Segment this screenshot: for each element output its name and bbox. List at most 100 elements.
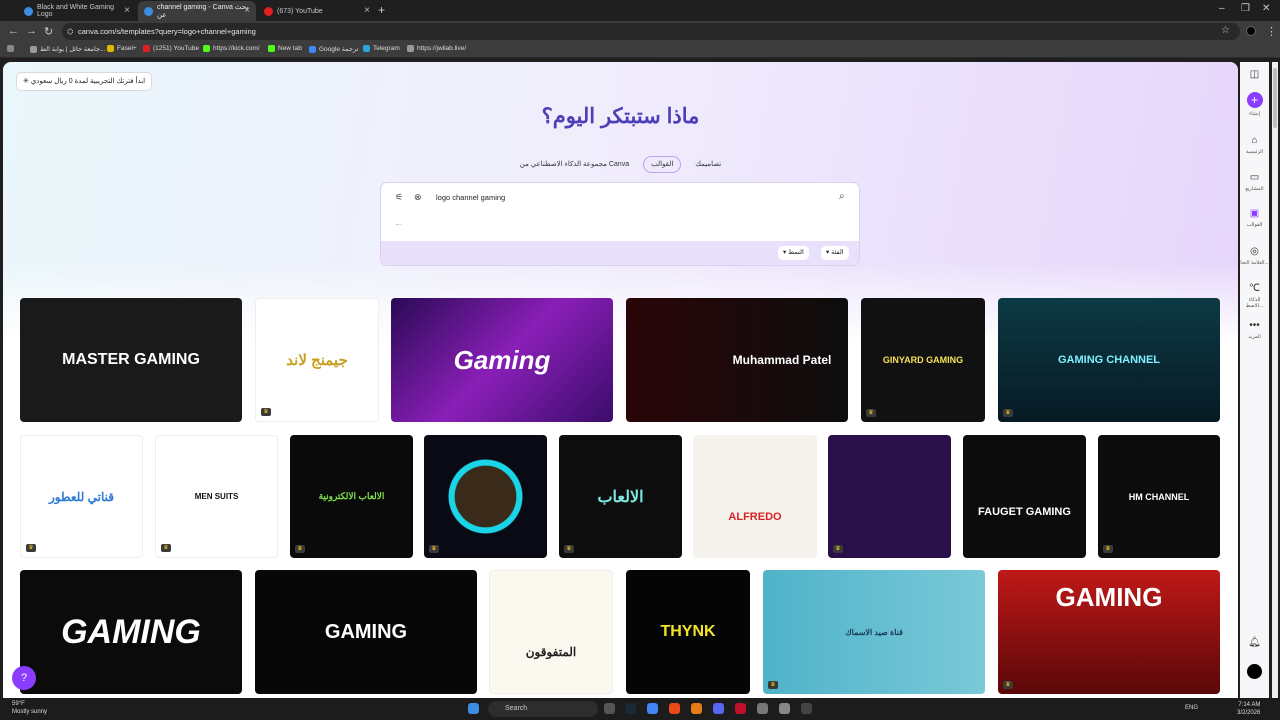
search-input[interactable]: logo channel gaming (436, 193, 505, 202)
template-card[interactable]: ♛ (828, 435, 951, 558)
back-icon[interactable]: ← (8, 25, 19, 37)
template-card[interactable]: GAMING CHANNEL ♛ (998, 298, 1220, 422)
chrome-icon[interactable] (647, 703, 658, 714)
template-card[interactable]: Muhammad Patel (626, 298, 848, 422)
bookmark-item[interactable]: Fasel+ (107, 45, 137, 52)
taskbar: 59°F Mostly sunny Search ENG 7:14 AM 3/2/2… (0, 698, 1280, 720)
app-icon[interactable] (691, 703, 702, 714)
bookmark-item[interactable]: Google ترجمة (309, 45, 358, 53)
search-icon[interactable]: ⌕ (839, 191, 845, 202)
sidebar-item-home[interactable]: ⌂ الرئيسية (1240, 135, 1269, 155)
template-card[interactable]: ALFREDO (693, 435, 817, 558)
app-icon[interactable] (669, 703, 680, 714)
filter-sliders-icon[interactable]: ⚟ (395, 192, 403, 203)
template-card[interactable]: HM CHANNEL ♛ (1098, 435, 1220, 558)
template-card[interactable]: الالعاب ♛ (559, 435, 682, 558)
filter-category[interactable]: ▾ الفئة (821, 246, 849, 260)
app-icon[interactable] (801, 703, 812, 714)
notifications-icon[interactable]: 🔔︎ (1240, 637, 1269, 651)
site-info-icon[interactable]: ⛭ (67, 23, 73, 40)
tab-gaming-logo[interactable]: Black and White Gaming Logo × (18, 1, 136, 21)
bookmark-item[interactable]: جامعة حائل | بوابة الط... (30, 45, 105, 53)
template-card[interactable]: Gaming (391, 298, 613, 422)
help-button[interactable]: ? (12, 666, 36, 690)
filter-style[interactable]: ▾ النمط (778, 246, 809, 260)
adobe-icon[interactable] (735, 703, 746, 714)
bookmark-item[interactable]: (1251) YouTube (143, 45, 199, 52)
pro-crown-icon: ♛ (1003, 681, 1013, 689)
forward-icon[interactable]: → (26, 25, 37, 37)
clock[interactable]: 7:14 AM 3/2/2026 (1237, 701, 1260, 717)
tab-youtube[interactable]: (673) YouTube × (258, 1, 376, 21)
pro-crown-icon: ♛ (26, 544, 36, 552)
close-icon[interactable]: × (244, 5, 250, 16)
template-card[interactable]: ♛ (424, 435, 547, 558)
sidebar-item-brand[interactable]: ◎ العلامة التجا... (1240, 246, 1269, 266)
taskbar-search[interactable]: Search (488, 701, 598, 717)
menu-icon[interactable]: ⋮ (1266, 25, 1277, 38)
template-card[interactable]: FAUGET GAMING (963, 435, 1086, 558)
brand-icon: ◎ (1250, 246, 1259, 257)
template-card[interactable]: الالعاب الالكترونية ♛ (290, 435, 413, 558)
tab-ai-suite[interactable]: مجموعة الذكاء الاصطناعي من Canva (512, 156, 637, 173)
close-icon[interactable]: × (364, 5, 370, 16)
discord-icon[interactable] (713, 703, 724, 714)
template-card[interactable]: MASTER GAMING (20, 298, 242, 422)
sidebar-item-create[interactable]: + إنشاء (1240, 92, 1269, 117)
tab-your-designs[interactable]: تصاميمك (687, 156, 729, 173)
pro-crown-icon: ♛ (429, 545, 439, 553)
template-card[interactable]: GINYARD GAMING ♛ (861, 298, 985, 422)
template-card[interactable]: GAMING (255, 570, 477, 694)
scroll-thumb[interactable] (1273, 68, 1277, 128)
steam-icon[interactable] (625, 703, 636, 714)
app-icon[interactable] (757, 703, 768, 714)
profile-avatar[interactable] (1246, 26, 1256, 36)
template-card[interactable]: قناتي للعطور ♛ (20, 435, 143, 558)
bookmark-item[interactable]: https://kick.com/ (203, 45, 260, 52)
tab-templates[interactable]: القوالب (643, 156, 682, 173)
template-card[interactable]: THYNK (626, 570, 750, 694)
sidebar-item-projects[interactable]: ▭ المشاريع (1240, 172, 1269, 192)
template-card[interactable]: MEN SUITS ♛ (155, 435, 278, 558)
scrollbar[interactable] (1272, 62, 1278, 698)
bookmark-item[interactable]: New tab (268, 45, 302, 52)
task-view-icon[interactable] (604, 703, 615, 714)
bookmarks-bar: جامعة حائل | بوابة الط... Fasel+ (1251) … (0, 42, 1280, 58)
bookmark-item[interactable]: Telegram (363, 45, 400, 52)
back-arrow-icon[interactable]: ← (394, 218, 403, 228)
template-card[interactable]: المتفوقون (489, 570, 613, 694)
maximize-icon[interactable]: ❐ (1241, 3, 1250, 14)
pro-crown-icon: ♛ (1103, 545, 1113, 553)
bookmark-star-icon[interactable]: ☆ (1221, 25, 1230, 36)
panel-toggle-icon[interactable]: ◫ (1240, 69, 1269, 83)
bookmark-item[interactable]: https://jwilab.live/ (407, 45, 466, 52)
reload-icon[interactable]: ↻ (44, 25, 53, 38)
template-card[interactable]: GAMING ♛ (998, 570, 1220, 694)
mode-tabs: مجموعة الذكاء الاصطناعي من Canva القوالب… (3, 156, 1238, 173)
trial-banner[interactable]: ✳ ابدأ فترتك التجريبية لمدة 0 ريال سعودي (16, 72, 153, 91)
clear-search-icon[interactable]: ⊗ (414, 192, 422, 203)
close-icon[interactable]: × (124, 5, 130, 16)
window-close-icon[interactable]: ✕ (1262, 3, 1270, 14)
user-avatar[interactable] (1240, 664, 1269, 679)
address-bar[interactable]: ⛭ canva.com/s/templates?query=logo+channe… (62, 23, 1240, 40)
sidebar-item-ai[interactable]: ℃ الذكاء الاصط... (1240, 283, 1269, 309)
apps-icon[interactable] (7, 45, 17, 52)
sidebar-item-more[interactable]: ••• المزيد (1240, 320, 1269, 340)
search-filters: ▾ الفئة ▾ النمط (381, 241, 859, 265)
tab-canva-search[interactable]: channel gaming - Canva بحث عن × (138, 1, 256, 21)
template-card[interactable]: جيمنج لاند ♛ (255, 298, 379, 422)
canva-page: ✳ ابدأ فترتك التجريبية لمدة 0 ريال سعودي… (3, 62, 1238, 698)
sidebar-item-templates[interactable]: ▣ القوالب (1240, 208, 1269, 228)
right-sidebar: ◫ + إنشاء ⌂ الرئيسية ▭ المشاريع ▣ القوالب ◎ ا… (1240, 62, 1269, 698)
weather-widget[interactable]: 59°F Mostly sunny (12, 700, 47, 716)
template-card[interactable]: قناة صيد الاسماك ♛ (763, 570, 985, 694)
language-indicator[interactable]: ENG (1185, 705, 1198, 711)
new-tab-button[interactable]: + (378, 3, 385, 17)
pro-crown-icon: ♛ (564, 545, 574, 553)
windows-start-icon[interactable] (468, 703, 479, 714)
settings-icon[interactable] (779, 703, 790, 714)
pro-crown-icon: ♛ (161, 544, 171, 552)
minimize-icon[interactable]: – (1219, 3, 1225, 14)
template-card[interactable]: GAMING (20, 570, 242, 694)
